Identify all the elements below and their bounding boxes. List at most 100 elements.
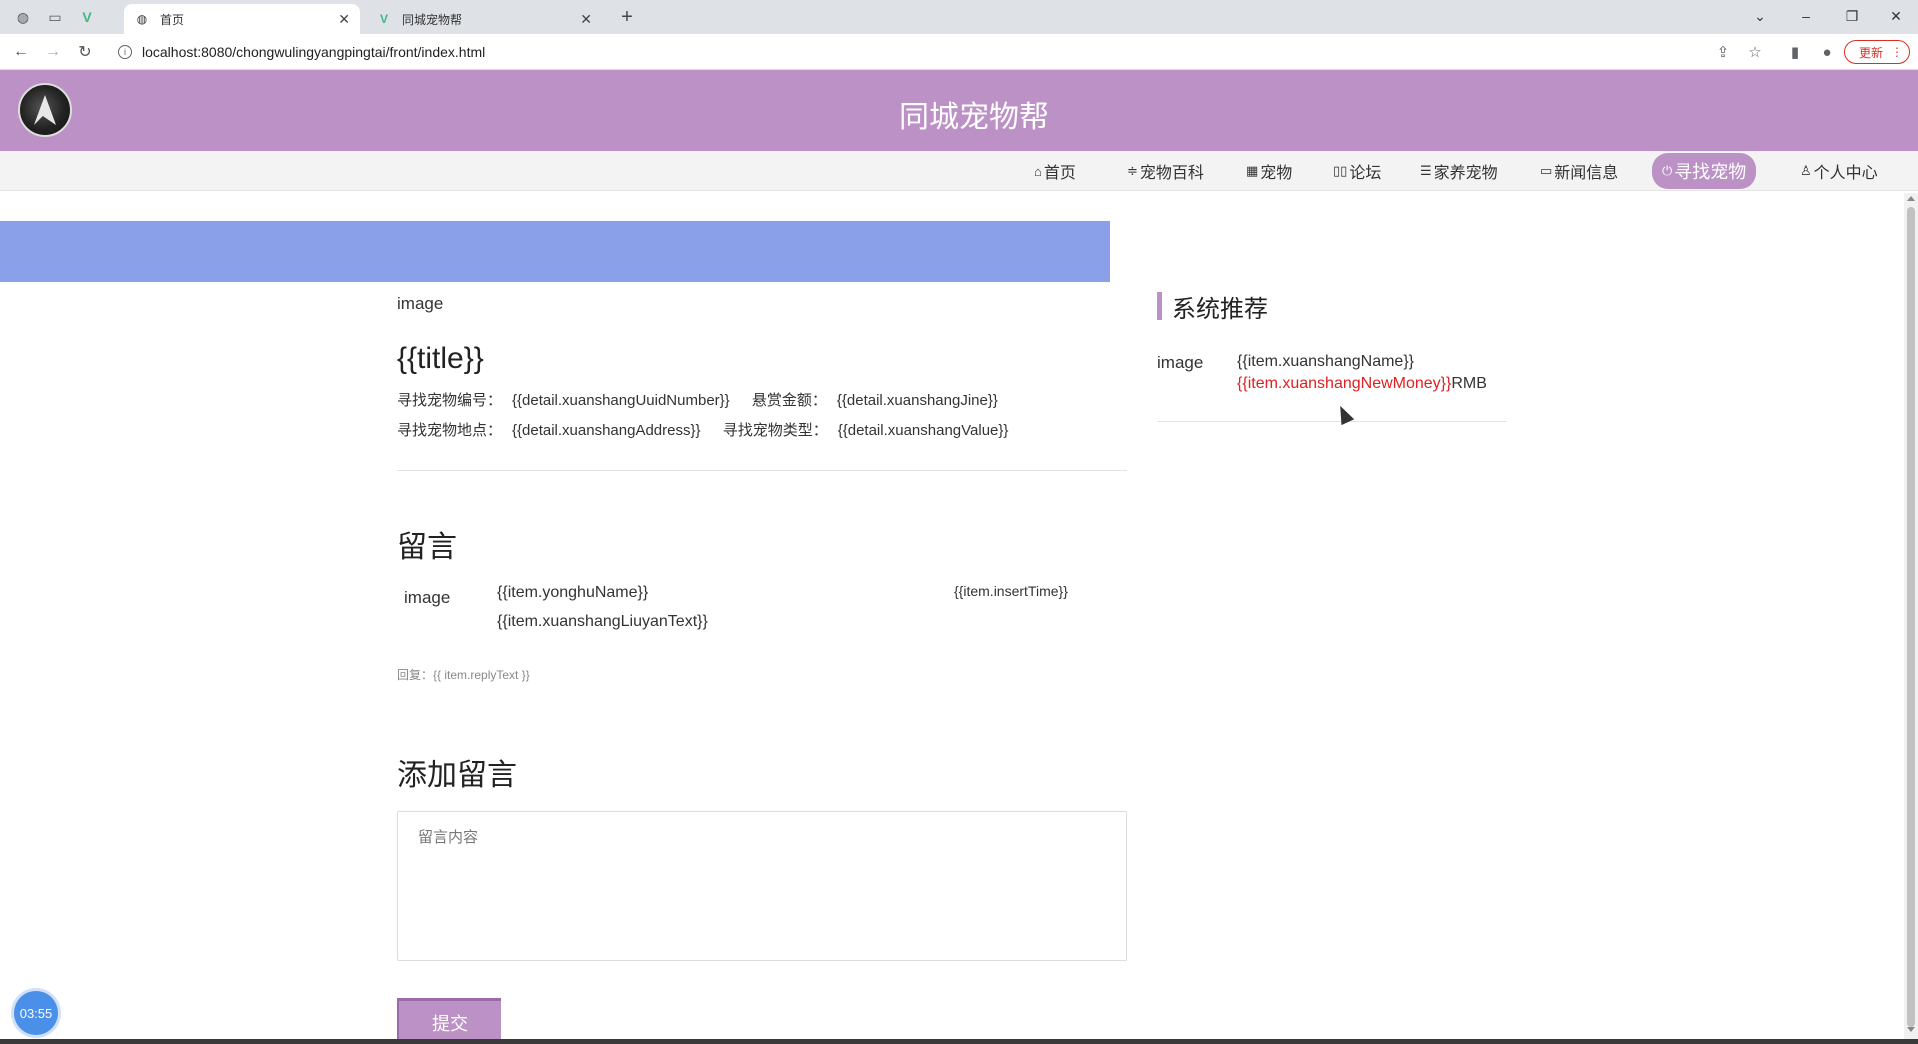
arrow-right-icon: → [45,43,61,60]
recommend-name[interactable]: {{item.xuanshangName}} [1237,353,1414,371]
nav-label: 论坛 [1349,165,1382,182]
nav-label: 个人中心 [1813,165,1878,182]
image-alt-text: image [404,588,451,607]
browser-address-bar: ← → ↻ i localhost:8080/chongwulingyangpi… [0,34,1918,70]
number-label: 寻找宠物编号： [397,392,503,409]
restore-button[interactable]: ❐ [1832,2,1872,30]
number-value: {{detail.xuanshangUuidNumber}} [512,392,730,409]
tab-search-button[interactable]: ⌄ [1740,2,1780,30]
grid-icon: ▦ [1246,163,1259,178]
recommend-money-value: {{item.xuanshangNewMoney}} [1237,375,1452,392]
info-row-1: 寻找宠物编号： {{detail.xuanshangUuidNumber}} 悬赏… [397,389,1016,410]
detail-title: {{title}} [397,342,484,375]
nav-label: 首页 [1043,165,1076,182]
minimize-icon: – [1802,8,1810,24]
forward-button[interactable]: → [40,40,66,64]
image-alt-text: image [397,294,444,313]
new-tab-button[interactable]: + [614,4,640,30]
avatar-icon: ● [1822,43,1832,61]
book-icon: ▭ [1540,163,1553,178]
nav-home[interactable]: ⌂ 首页 [1034,157,1076,185]
update-button[interactable]: 更新 ⋮ [1844,40,1910,64]
tab-home[interactable]: ◍ 首页 ✕ [124,4,360,34]
chevron-down-icon: ⌄ [1754,7,1766,24]
info-row-2: 寻找宠物地点： {{detail.xuanshangAddress}} 寻找宠物类… [397,419,1026,440]
reload-icon: ↻ [78,44,92,61]
page-scrollbar[interactable] [1904,193,1918,1044]
layers-icon: ☰ [1420,163,1432,178]
type-label: 寻找宠物类型： [722,422,828,439]
share-button[interactable]: ⇪ [1710,40,1736,64]
nav-pet-encyclopedia[interactable]: ≑ 宠物百科 [1127,157,1204,185]
taskbar-strip [0,1039,1918,1044]
close-icon[interactable]: ✕ [580,11,592,28]
user-icon: ♙ [1800,163,1812,178]
nav-label: 宠物百科 [1139,165,1204,182]
blank-page-icon: ▭ [48,8,62,25]
nav-find-pets[interactable]: ⏻ 寻找宠物 [1652,153,1757,189]
power-icon: ⏻ [1662,163,1673,178]
recommend-image[interactable]: image [1157,353,1203,373]
sidebar-divider [1157,421,1507,422]
recommend-money-unit: RMB [1451,375,1487,392]
url-field[interactable]: i localhost:8080/chongwulingyangpingtai/… [110,38,1750,66]
pinned-tab-globe[interactable]: ◍ [8,6,38,28]
scroll-down-icon[interactable] [1907,1027,1915,1032]
nav-personal-center[interactable]: ♙ 个人中心 [1800,157,1878,185]
reload-button[interactable]: ↻ [72,40,98,64]
scroll-up-icon[interactable] [1907,196,1915,201]
globe-icon: ◍ [136,12,148,26]
pinned-tab-vue[interactable]: V [72,6,102,28]
comment-text: {{item.xuanshangLiuyanText}} [497,613,708,630]
main-nav: ⌂ 首页 ≑ 宠物百科 ▦ 宠物 ▯▯ 论坛 ☰ 家养宠物 ▭ 新闻信息 ⏻ 寻找宠物 ♙ 个人… [0,151,1918,191]
nav-pets[interactable]: ▦ 宠物 [1246,157,1292,185]
vue-icon: V [82,9,92,25]
minimize-button[interactable]: – [1786,2,1826,30]
profile-button[interactable]: ● [1814,40,1840,64]
side-panel-icon: ▮ [1790,44,1800,61]
scrollbar-thumb[interactable] [1907,207,1915,1027]
tab-site[interactable]: V 同城宠物帮 ✕ [366,4,602,34]
divider [397,470,1127,471]
comment-input[interactable] [397,811,1127,961]
share-icon: ⇪ [1716,44,1730,61]
nav-home-pets[interactable]: ☰ 家养宠物 [1420,157,1498,185]
address-label: 寻找宠物地点： [397,422,503,439]
close-window-button[interactable]: ✕ [1876,2,1916,30]
timer-badge[interactable]: 03:55 [14,991,58,1035]
vue-icon: V [379,12,388,26]
image-alt-text: image [1157,353,1204,372]
restore-icon: ❐ [1845,7,1859,24]
globe-icon: ◍ [16,8,30,25]
close-icon[interactable]: ✕ [338,11,350,28]
nav-forum[interactable]: ▯▯ 论坛 [1333,157,1381,185]
sliders-icon: ≑ [1127,163,1138,178]
site-header: 同城宠物帮 [0,70,1918,151]
address-value: {{detail.xuanshangAddress}} [512,422,701,439]
comments-heading: 留言 [397,531,457,564]
nav-news[interactable]: ▭ 新闻信息 [1540,157,1618,185]
comment-avatar: image [404,588,450,608]
nav-label: 新闻信息 [1554,165,1619,182]
comment-time: {{item.insertTime}} [954,583,1068,599]
recommend-heading: 系统推荐 [1157,292,1268,323]
browser-tab-bar: ◍ ▭ V ◍ 首页 ✕ V 同城宠物帮 ✕ + ⌄ – ❐ ✕ [0,0,1918,34]
back-button[interactable]: ← [8,40,34,64]
pinned-tab-blank[interactable]: ▭ [40,6,70,28]
star-icon: ☆ [1748,44,1762,61]
submit-button[interactable]: 提交 [397,998,501,1044]
comment-user-name: {{item.yonghuName}} [497,584,649,601]
type-value: {{detail.xuanshangValue}} [837,422,1009,439]
arrow-left-icon: ← [13,43,29,60]
nav-label: 家养宠物 [1433,165,1498,182]
info-icon[interactable]: i [118,45,132,59]
page-banner [0,221,1110,282]
tab-label: 同城宠物帮 [402,12,463,27]
close-icon: ✕ [1890,7,1902,24]
nav-label: 宠物 [1260,165,1293,182]
side-panel-button[interactable]: ▮ [1782,40,1808,64]
bookmark-button[interactable]: ☆ [1742,40,1768,64]
detail-image: image [397,294,443,314]
home-icon: ⌂ [1034,163,1042,179]
add-comment-heading: 添加留言 [397,759,517,792]
